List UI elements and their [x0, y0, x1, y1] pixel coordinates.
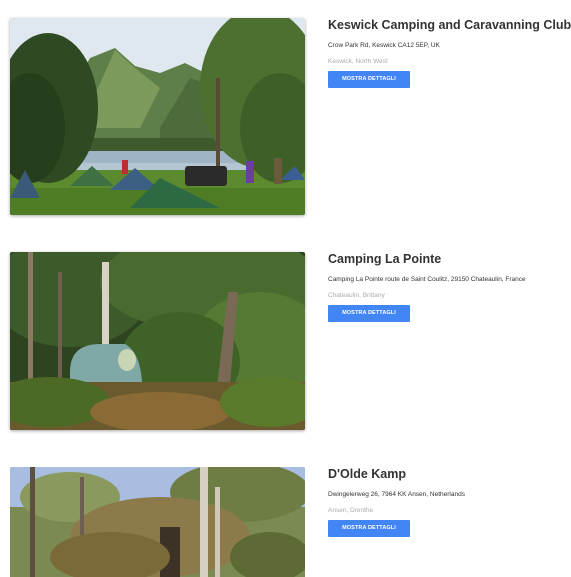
campsite-region: Keswick, North West	[328, 58, 388, 65]
show-details-button[interactable]: MOSTRA DETTAGLI	[328, 305, 410, 322]
campsite-photo-forest-tent[interactable]	[10, 252, 305, 430]
campsite-title[interactable]: Keswick Camping and Caravanning Club Sit…	[328, 18, 571, 33]
campsite-photo-lake-camping[interactable]	[10, 18, 305, 215]
forest-tent-image	[10, 252, 305, 430]
campsite-region: Ansen, Drenthe	[328, 507, 374, 514]
campsite-title[interactable]: D'Olde Kamp	[328, 467, 568, 482]
woodland-image	[10, 467, 305, 577]
show-details-button[interactable]: MOSTRA DETTAGLI	[328, 71, 410, 88]
show-details-button[interactable]: MOSTRA DETTAGLI	[328, 520, 410, 537]
campsite-photo-woodland[interactable]	[10, 467, 305, 577]
lake-camping-image	[10, 18, 305, 215]
campsite-address: Camping La Pointe route de Saint Coulitz…	[328, 276, 526, 283]
campsite-title[interactable]: Camping La Pointe	[328, 252, 568, 267]
campsite-info: Camping La Pointe Camping La Pointe rout…	[328, 252, 568, 322]
campsite-region: Chateaulin, Brittany	[328, 292, 385, 299]
campsite-info: Keswick Camping and Caravanning Club Sit…	[328, 18, 571, 88]
campsite-info: D'Olde Kamp Dwingelerweg 26, 7964 KK Ans…	[328, 467, 568, 537]
campsite-address: Crow Park Rd, Keswick CA12 5EP, UK	[328, 42, 440, 49]
campsite-address: Dwingelerweg 26, 7964 KK Ansen, Netherla…	[328, 491, 465, 498]
